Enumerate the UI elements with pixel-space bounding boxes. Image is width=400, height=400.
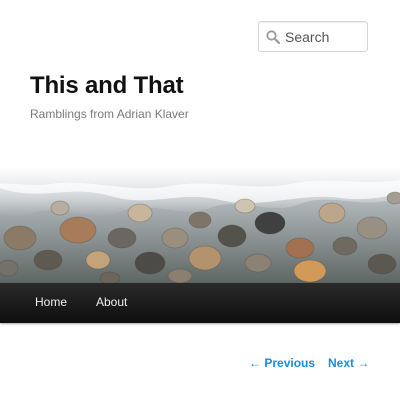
site-description: Ramblings from Adrian Klaver — [30, 107, 189, 121]
search-input[interactable] — [285, 27, 363, 47]
right-arrow-icon: → — [357, 356, 370, 370]
left-arrow-icon: ← — [249, 356, 261, 370]
search-box[interactable] — [258, 21, 368, 52]
nav-item-home[interactable]: Home — [35, 283, 67, 323]
site-title[interactable]: This and That — [30, 70, 184, 102]
next-label: Next — [328, 356, 355, 370]
page: This and That Ramblings from Adrian Klav… — [0, 0, 400, 400]
header-image[interactable] — [0, 168, 400, 283]
nav-item-about[interactable]: About — [96, 283, 127, 323]
main-navigation: Home About — [0, 283, 400, 323]
previous-post-link[interactable]: ← Previous — [249, 355, 315, 371]
next-post-link[interactable]: Next → — [328, 355, 369, 371]
search-icon — [266, 30, 280, 44]
previous-label: Previous — [264, 356, 316, 370]
